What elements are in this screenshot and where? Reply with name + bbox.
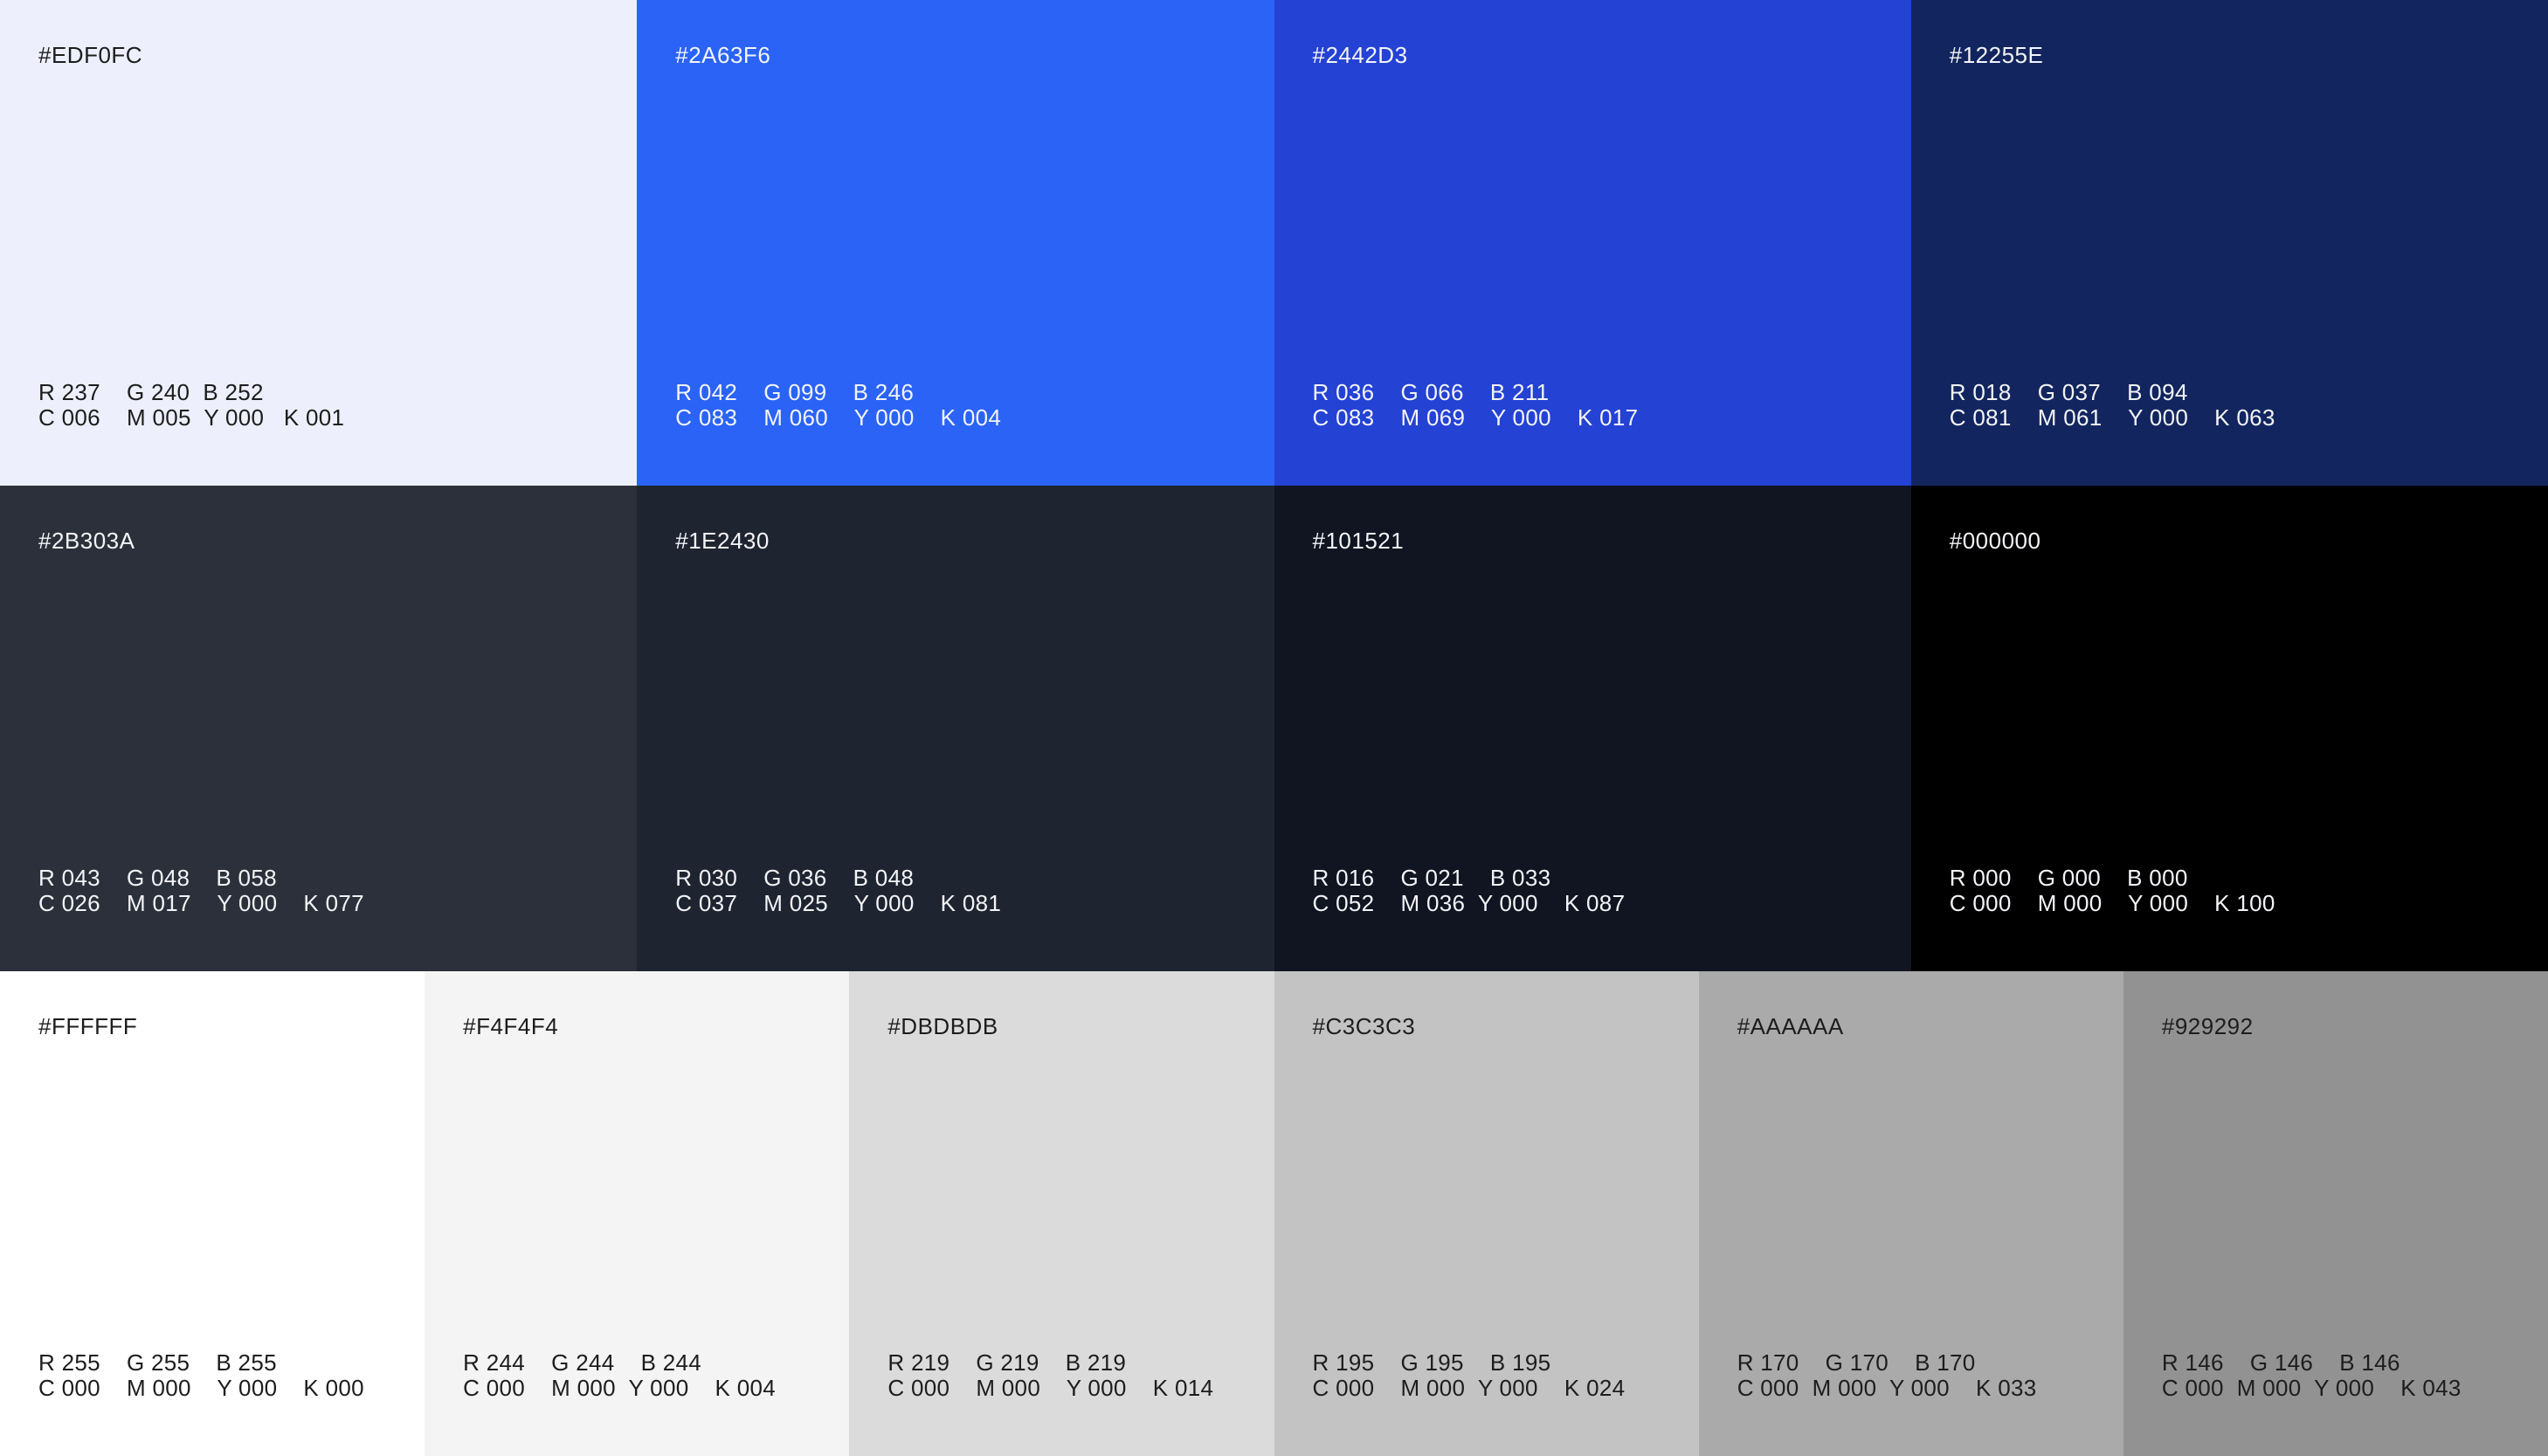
swatch-rgb-label: R 036 G 066 B 211 — [1312, 379, 1550, 405]
swatch-cmyk-label: C 026 M 017 Y 000 K 077 — [38, 890, 364, 916]
swatch-rgb-label: R 255 G 255 B 255 — [38, 1349, 277, 1376]
swatch-cmyk-label: C 000 M 000 Y 000 K 004 — [463, 1375, 777, 1401]
swatch-rgb-label: R 018 G 037 B 094 — [1949, 379, 2188, 405]
swatch-hex-label: #1E2430 — [675, 528, 770, 554]
swatch-f4f4f4: #F4F4F4 R 244 G 244 B 244 C 000 M 000 Y 0… — [425, 971, 850, 1456]
swatch-values: R 042 G 099 B 246 C 083 M 060 Y 000 K 004 — [675, 380, 1001, 431]
swatch-cmyk-label: C 000 M 000 Y 000 K 014 — [887, 1375, 1214, 1401]
swatch-2b303a: #2B303A R 043 G 048 B 058 C 026 M 017 Y 0… — [0, 486, 638, 971]
swatch-rgb-label: R 043 G 048 B 058 — [38, 865, 277, 891]
swatch-cmyk-label: C 052 M 036 Y 000 K 087 — [1312, 890, 1626, 916]
swatch-ffffff: #FFFFFF R 255 G 255 B 255 C 000 M 000 Y 0… — [0, 971, 425, 1456]
swatch-hex-label: #2B303A — [38, 528, 135, 554]
swatch-cmyk-label: C 000 M 000 Y 000 K 000 — [38, 1375, 364, 1401]
palette-row-darks: #2B303A R 043 G 048 B 058 C 026 M 017 Y 0… — [0, 486, 2548, 971]
swatch-cmyk-label: C 006 M 005 Y 000 K 001 — [38, 404, 345, 431]
swatch-cmyk-label: C 000 M 000 Y 000 K 100 — [1949, 890, 2275, 916]
swatch-values: R 195 G 195 B 195 C 000 M 000 Y 000 K 024 — [1313, 1350, 1626, 1401]
swatch-1e2430: #1E2430 R 030 G 036 B 048 C 037 M 025 Y 0… — [637, 486, 1274, 971]
swatch-values: R 043 G 048 B 058 C 026 M 017 Y 000 K 077 — [38, 866, 364, 916]
swatch-values: R 219 G 219 B 219 C 000 M 000 Y 000 K 014 — [887, 1350, 1213, 1401]
swatch-rgb-label: R 146 G 146 B 146 — [2161, 1349, 2400, 1376]
swatch-rgb-label: R 195 G 195 B 195 — [1312, 1349, 1551, 1376]
swatch-values: R 170 G 170 B 170 C 000 M 000 Y 000 K 033 — [1737, 1350, 2037, 1401]
swatch-929292: #929292 R 146 G 146 B 146 C 000 M 000 Y 0… — [2123, 971, 2548, 1456]
swatch-hex-label: #F4F4F4 — [463, 1013, 559, 1039]
swatch-cmyk-label: C 083 M 069 Y 000 K 017 — [1312, 404, 1639, 431]
swatch-hex-label: #101521 — [1312, 528, 1405, 554]
swatch-hex-label: #929292 — [2161, 1013, 2254, 1039]
swatch-values: R 018 G 037 B 094 C 081 M 061 Y 000 K 063 — [1950, 380, 2275, 431]
swatch-rgb-label: R 244 G 244 B 244 — [463, 1349, 702, 1376]
swatch-hex-label: #12255E — [1949, 42, 2044, 68]
swatch-cmyk-label: C 081 M 061 Y 000 K 063 — [1949, 404, 2275, 431]
swatch-cmyk-label: C 037 M 025 Y 000 K 081 — [675, 890, 1002, 916]
swatch-rgb-label: R 237 G 240 B 252 — [38, 379, 264, 405]
swatch-rgb-label: R 016 G 021 B 033 — [1312, 865, 1551, 891]
palette-row-grays: #FFFFFF R 255 G 255 B 255 C 000 M 000 Y 0… — [0, 971, 2548, 1456]
swatch-hex-label: #FFFFFF — [38, 1013, 138, 1039]
swatch-values: R 255 G 255 B 255 C 000 M 000 Y 000 K 000 — [38, 1350, 364, 1401]
swatch-values: R 016 G 021 B 033 C 052 M 036 Y 000 K 087 — [1313, 866, 1626, 916]
swatch-hex-label: #000000 — [1949, 528, 2041, 554]
swatch-hex-label: #2A63F6 — [675, 42, 771, 68]
swatch-rgb-label: R 042 G 099 B 246 — [675, 379, 915, 405]
swatch-000000: #000000 R 000 G 000 B 000 C 000 M 000 Y 0… — [1910, 486, 2548, 971]
swatch-rgb-label: R 170 G 170 B 170 — [1737, 1349, 1976, 1376]
swatch-values: R 030 G 036 B 048 C 037 M 025 Y 000 K 081 — [675, 866, 1001, 916]
swatch-hex-label: #2442D3 — [1312, 42, 1408, 68]
color-palette: #EDF0FC R 237 G 240 B 252 C 006 M 005 Y 0… — [0, 0, 2548, 1456]
swatch-cmyk-label: C 000 M 000 Y 000 K 024 — [1312, 1375, 1626, 1401]
swatch-hex-label: #DBDBDB — [887, 1013, 998, 1039]
swatch-values: R 000 G 000 B 000 C 000 M 000 Y 000 K 100 — [1950, 866, 2275, 916]
swatch-cmyk-label: C 000 M 000 Y 000 K 033 — [1737, 1375, 2037, 1401]
swatch-101521: #101521 R 016 G 021 B 033 C 052 M 036 Y 0… — [1274, 486, 1911, 971]
swatch-values: R 237 G 240 B 252 C 006 M 005 Y 000 K 001 — [38, 380, 344, 431]
swatch-values: R 146 G 146 B 146 C 000 M 000 Y 000 K 043 — [2162, 1350, 2462, 1401]
swatch-2a63f6: #2A63F6 R 042 G 099 B 246 C 083 M 060 Y 0… — [637, 0, 1274, 486]
swatch-12255e: #12255E R 018 G 037 B 094 C 081 M 061 Y 0… — [1910, 0, 2548, 486]
swatch-2442d3: #2442D3 R 036 G 066 B 211 C 083 M 069 Y 0… — [1274, 0, 1911, 486]
swatch-hex-label: #EDF0FC — [38, 42, 143, 68]
swatch-cmyk-label: C 000 M 000 Y 000 K 043 — [2161, 1375, 2462, 1401]
swatch-aaaaaa: #AAAAAA R 170 G 170 B 170 C 000 M 000 Y 0… — [1698, 971, 2123, 1456]
palette-row-blues: #EDF0FC R 237 G 240 B 252 C 006 M 005 Y 0… — [0, 0, 2548, 486]
swatch-cmyk-label: C 083 M 060 Y 000 K 004 — [675, 404, 1002, 431]
swatch-hex-label: #C3C3C3 — [1312, 1013, 1416, 1039]
swatch-values: R 036 G 066 B 211 C 083 M 069 Y 000 K 017 — [1313, 380, 1639, 431]
swatch-hex-label: #AAAAAA — [1737, 1013, 1844, 1039]
swatch-rgb-label: R 030 G 036 B 048 — [675, 865, 915, 891]
swatch-rgb-label: R 219 G 219 B 219 — [887, 1349, 1127, 1376]
swatch-edf0fc: #EDF0FC R 237 G 240 B 252 C 006 M 005 Y 0… — [0, 0, 638, 486]
swatch-values: R 244 G 244 B 244 C 000 M 000 Y 000 K 004 — [463, 1350, 776, 1401]
swatch-dbdbdb: #DBDBDB R 219 G 219 B 219 C 000 M 000 Y 0… — [849, 971, 1274, 1456]
swatch-c3c3c3: #C3C3C3 R 195 G 195 B 195 C 000 M 000 Y 0… — [1274, 971, 1699, 1456]
swatch-rgb-label: R 000 G 000 B 000 — [1949, 865, 2188, 891]
